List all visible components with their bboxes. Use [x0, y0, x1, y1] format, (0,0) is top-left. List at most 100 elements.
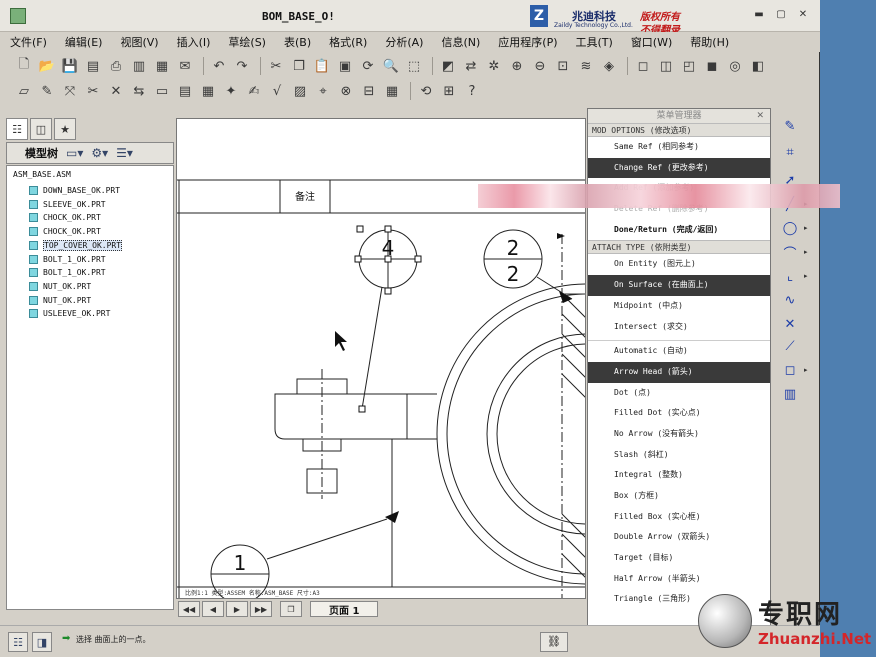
view-mgr-icon[interactable]: ◈	[599, 56, 619, 76]
menu-item-12[interactable]: 帮助(H)	[690, 34, 729, 50]
tree-root[interactable]: ASM_BASE.ASM	[13, 170, 71, 179]
menu-manager-item[interactable]: Filled Box (实心框)	[588, 507, 770, 528]
menu-manager-item[interactable]: On Entity (图元上)	[588, 254, 770, 275]
edit-sketch-icon[interactable]: ✎	[37, 81, 57, 101]
wireframe-icon[interactable]: ◻	[633, 56, 653, 76]
selection-handle[interactable]	[414, 255, 422, 263]
undo-icon[interactable]: ↶	[209, 56, 229, 76]
page-tab[interactable]: 页面 1	[310, 601, 379, 617]
hatch-icon[interactable]: ▨	[290, 81, 310, 101]
pdf-icon[interactable]: ▤	[83, 56, 103, 76]
selection-handle[interactable]	[354, 255, 362, 263]
symbol-icon[interactable]: ✦	[221, 81, 241, 101]
sketch-tools-icon[interactable]: ✎	[780, 116, 800, 136]
menu-manager-item[interactable]: Slash (斜杠)	[588, 445, 770, 466]
select-box-icon[interactable]: ⬚	[404, 56, 424, 76]
tree-item[interactable]: TOP_COVER_OK.PRT	[29, 239, 123, 252]
table-grid-icon[interactable]: ▦	[198, 81, 218, 101]
menu-item-1[interactable]: 编辑(E)	[65, 34, 103, 50]
shading-icon[interactable]: ◼	[702, 56, 722, 76]
smart-filter-icon[interactable]: ⛓	[540, 632, 568, 652]
menu-manager-item[interactable]: Integral (整数)	[588, 465, 770, 486]
open-folder-icon[interactable]: 📂	[37, 56, 57, 76]
draft-grid-icon[interactable]: ⌗	[780, 142, 800, 162]
surface-finish-icon[interactable]: √	[267, 81, 287, 101]
selection-handle[interactable]	[384, 287, 392, 295]
align-icon[interactable]: ⊟	[359, 81, 379, 101]
export-icon[interactable]: ▦	[152, 56, 172, 76]
cut-icon[interactable]: ✂	[266, 56, 286, 76]
menu-item-11[interactable]: 窗口(W)	[631, 34, 672, 50]
menu-item-10[interactable]: 工具(T)	[576, 34, 613, 50]
zoom-in-icon[interactable]: ⊕	[507, 56, 527, 76]
zoom-out-icon[interactable]: ⊖	[530, 56, 550, 76]
spin-center-icon[interactable]: ◎	[725, 56, 745, 76]
menu-item-4[interactable]: 草绘(S)	[228, 34, 266, 50]
menu-manager-item[interactable]: Half Arrow (半箭头)	[588, 569, 770, 590]
print-icon[interactable]: ⎙	[106, 56, 126, 76]
datum-icon[interactable]: ✲	[484, 56, 504, 76]
note-icon[interactable]: ✍	[244, 81, 264, 101]
geom-tol-icon[interactable]: ⌖	[313, 81, 333, 101]
paste-icon[interactable]: 📋	[312, 56, 332, 76]
trim-icon[interactable]: ✂	[83, 81, 103, 101]
sheet-icon[interactable]: ▭	[152, 81, 172, 101]
delete-icon[interactable]: ✕	[106, 81, 126, 101]
saved-views-icon[interactable]: ◧	[748, 56, 768, 76]
menu-item-9[interactable]: 应用程序(P)	[498, 34, 557, 50]
repeat-region-icon[interactable]: ⊞	[439, 81, 459, 101]
settings-dropdown-icon[interactable]: ⚙▾	[91, 146, 108, 160]
tab-layers[interactable]: ◫	[30, 118, 52, 140]
menu-item-8[interactable]: 信息(N)	[441, 34, 480, 50]
spline-icon[interactable]: ∿	[780, 290, 800, 310]
selection-handle[interactable]	[356, 225, 364, 233]
section-mod-options[interactable]: MOD OPTIONS (修改选项)	[588, 123, 770, 137]
paste-special-icon[interactable]: ▣	[335, 56, 355, 76]
table-icon[interactable]: ▦	[382, 81, 402, 101]
display-dropdown-icon[interactable]: ▭▾	[66, 146, 83, 160]
tree-item[interactable]: USLEEVE_OK.PRT	[29, 307, 110, 320]
tree-item[interactable]: SLEEVE_OK.PRT	[29, 198, 106, 211]
tree-item[interactable]: BOLT_1_OK.PRT	[29, 266, 106, 279]
datum-target-icon[interactable]: ⊗	[336, 81, 356, 101]
menu-manager-item[interactable]: Double Arrow (双箭头)	[588, 527, 770, 548]
tree-item[interactable]: CHOCK_OK.PRT	[29, 211, 101, 224]
menu-manager-item[interactable]: Done/Return (完成/返回)	[588, 220, 770, 241]
menu-item-2[interactable]: 视图(V)	[120, 34, 158, 50]
new-file-icon[interactable]: 🗋	[14, 56, 34, 76]
menu-item-6[interactable]: 格式(R)	[329, 34, 367, 50]
menu-manager-item[interactable]: Target (目标)	[588, 548, 770, 569]
no-hidden-icon[interactable]: ◰	[679, 56, 699, 76]
menu-manager-item[interactable]: Dot (点)	[588, 383, 770, 404]
relations-icon[interactable]: ⤧	[60, 81, 80, 101]
plot-icon[interactable]: ▥	[129, 56, 149, 76]
menu-manager-item[interactable]: No Arrow (没有箭头)	[588, 424, 770, 445]
tab-favorites[interactable]: ★	[54, 118, 76, 140]
hidden-line-icon[interactable]: ◫	[656, 56, 676, 76]
menu-manager-item[interactable]: Same Ref (相同参考)	[588, 137, 770, 158]
menu-item-0[interactable]: 文件(F)	[10, 34, 47, 50]
orient-icon[interactable]: ⇄	[461, 56, 481, 76]
sketch-icon[interactable]: ▱	[14, 81, 34, 101]
browser-toggle-icon[interactable]: ◨	[32, 632, 52, 652]
menu-item-3[interactable]: 插入(I)	[177, 34, 211, 50]
fillet-icon[interactable]: ⌞	[780, 266, 800, 286]
tab-model-tree[interactable]: ☷	[6, 118, 28, 140]
menu-manager-close-icon[interactable]: ✕	[756, 109, 764, 123]
redo-icon[interactable]: ↷	[232, 56, 252, 76]
section-attach-type[interactable]: ATTACH TYPE (依附类型)	[588, 240, 770, 255]
arc-icon[interactable]: ⌒	[780, 242, 800, 262]
rectangle-icon[interactable]: ◻	[780, 360, 800, 380]
menu-item-5[interactable]: 表(B)	[284, 34, 311, 50]
tree-item[interactable]: NUT_OK.PRT	[29, 294, 91, 307]
circle-icon[interactable]: ◯	[780, 218, 800, 238]
use-edge-icon[interactable]: ▥	[780, 384, 800, 404]
tree-toggle-icon[interactable]: ☷	[8, 632, 28, 652]
maximize-button[interactable]: ▢	[774, 9, 788, 21]
prev-page-button[interactable]: ◀	[202, 601, 224, 617]
close-button[interactable]: ✕	[796, 9, 810, 21]
tree-item[interactable]: DOWN_BASE_OK.PRT	[29, 184, 120, 197]
next-page-button[interactable]: ▶	[226, 601, 248, 617]
last-page-button[interactable]: ▶▶	[250, 601, 272, 617]
menu-manager-item[interactable]: Intersect (求交)	[588, 317, 770, 338]
